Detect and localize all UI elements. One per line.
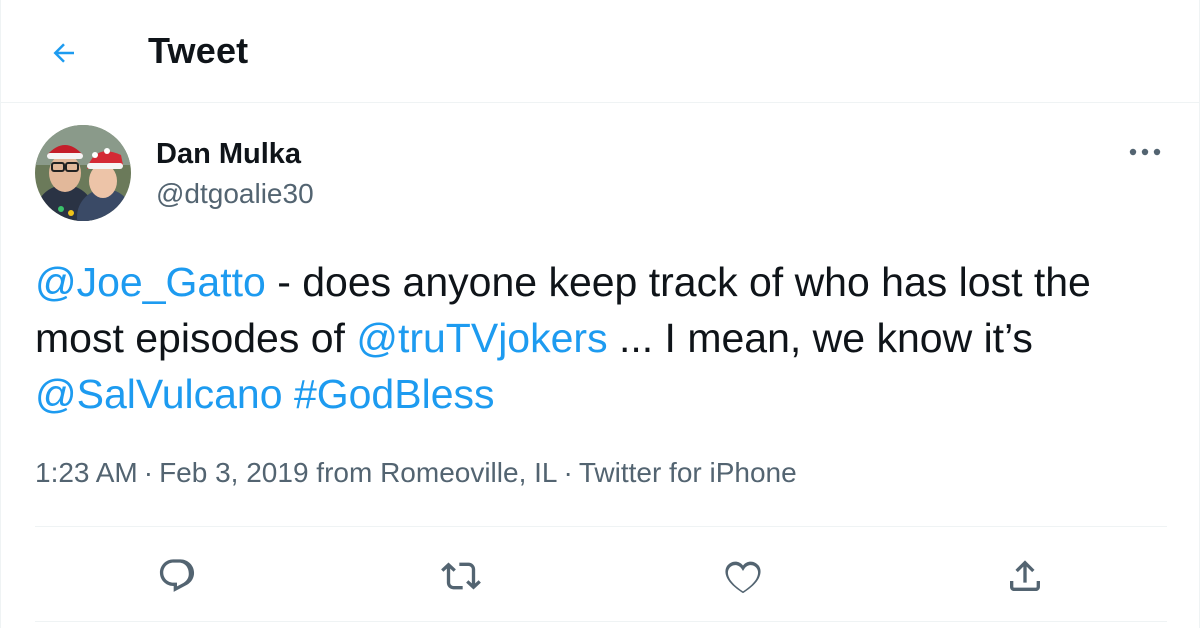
tweet-text: @Joe_Gatto - does anyone keep track of w… — [35, 254, 1155, 422]
tweet-date[interactable]: Feb 3, 2019 — [159, 457, 308, 488]
meta-separator: · — [563, 457, 573, 488]
more-dots-icon — [1129, 148, 1161, 156]
page-title: Tweet — [148, 30, 249, 71]
reply-button[interactable] — [149, 548, 205, 604]
mention-link[interactable]: @truTVjokers — [356, 315, 607, 361]
heart-icon — [725, 561, 761, 594]
action-bar — [1, 548, 1199, 604]
mention-link[interactable]: @SalVulcano — [35, 371, 283, 417]
reply-icon — [159, 559, 195, 592]
tweet-time[interactable]: 1:23 AM — [35, 457, 138, 488]
back-button[interactable] — [41, 30, 87, 76]
author-handle[interactable]: @dtgoalie30 — [156, 178, 314, 210]
share-icon — [1010, 560, 1040, 591]
hashtag-link[interactable]: #GodBless — [294, 371, 495, 417]
meta-separator: · — [143, 457, 154, 488]
location-prefix: from — [316, 457, 373, 488]
avatar[interactable] — [35, 125, 131, 221]
tweet-page: Tweet Dan Mulka @dtgoalie30 @Joe_Gatto -… — [0, 0, 1200, 628]
arrow-left-icon — [53, 43, 74, 63]
retweet-icon — [441, 562, 481, 590]
divider — [35, 526, 1167, 527]
tweet-meta: 1:23 AM · Feb 3, 2019 from Romeoville, IL ·… — [35, 457, 797, 489]
avatar-photo — [35, 125, 131, 221]
page-header: Tweet — [1, 0, 1199, 103]
like-button[interactable] — [715, 548, 771, 604]
tweet-source[interactable]: Twitter for iPhone — [579, 457, 797, 488]
author-name[interactable]: Dan Mulka — [156, 138, 301, 171]
tweet-text-segment: ... I mean, we know it’s — [607, 315, 1033, 361]
mention-link[interactable]: @Joe_Gatto — [35, 259, 266, 305]
share-button[interactable] — [997, 548, 1053, 604]
tweet-text-segment — [283, 371, 294, 417]
divider — [35, 621, 1167, 622]
tweet-location[interactable]: Romeoville, IL — [380, 457, 557, 488]
retweet-button[interactable] — [433, 548, 489, 604]
more-options-button[interactable] — [1125, 136, 1165, 168]
